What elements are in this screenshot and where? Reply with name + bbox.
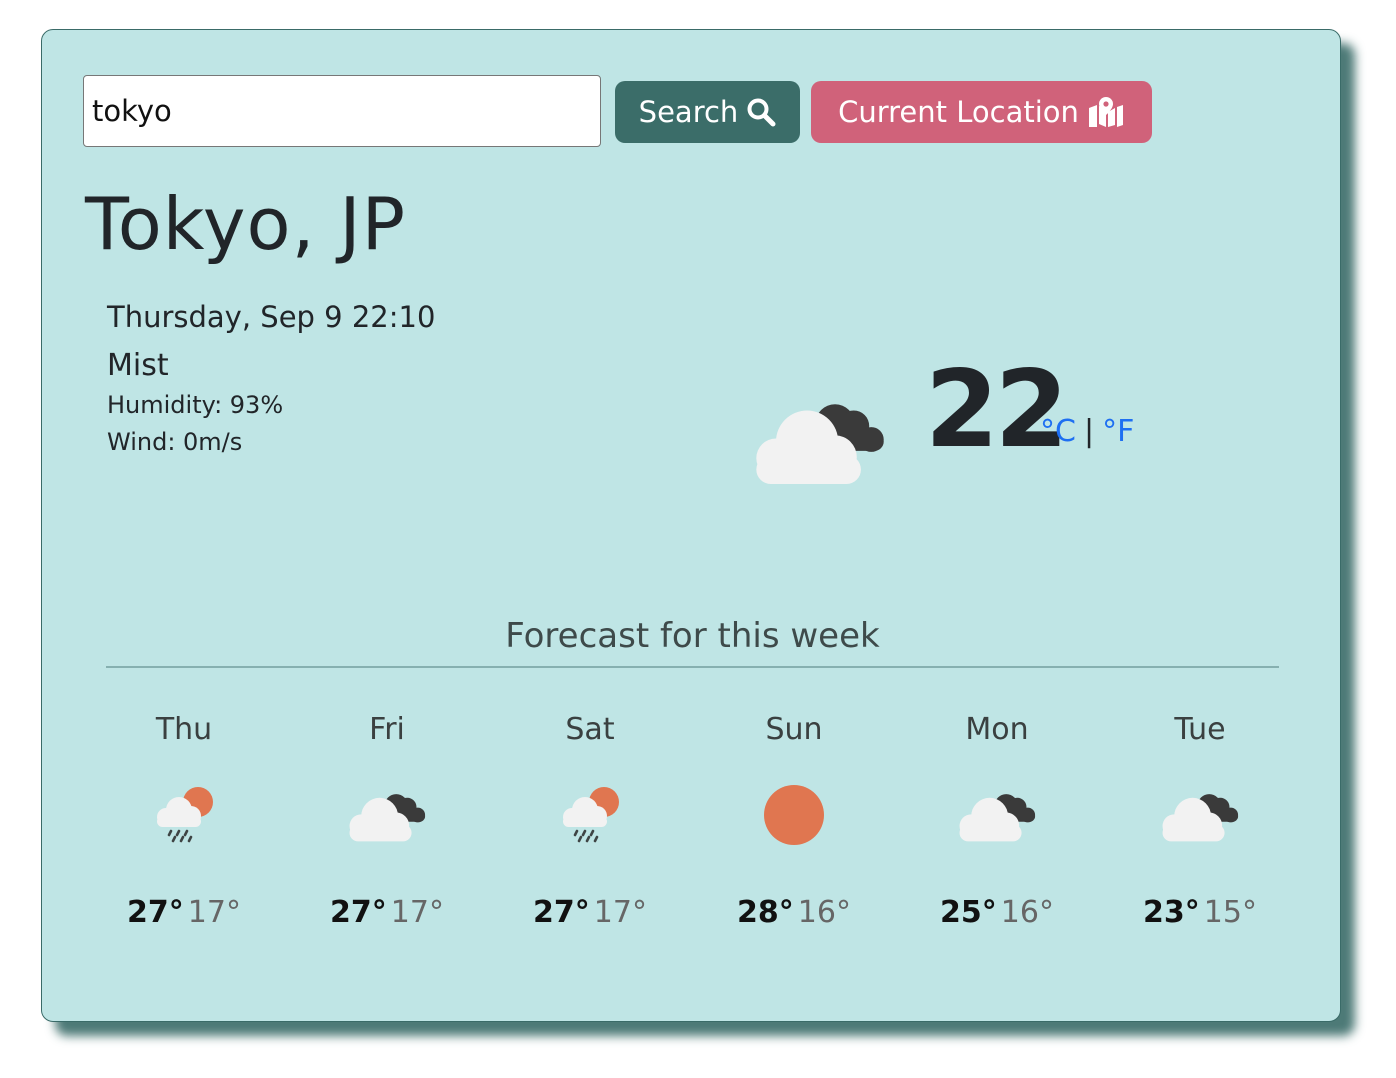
city-name: Tokyo, JP [85,182,407,266]
forecast-min: 16° [1000,895,1054,930]
forecast-row: Thu 27°17° Fri 27°17° Sat 27°17° Sun [42,710,1342,970]
humidity-text: Humidity: 93% [107,391,284,419]
forecast-day: Sat 27° 17° [490,710,690,930]
forecast-day: Thu 27° 17° [84,710,284,930]
forecast-day: Mon 25° 16° [897,710,1097,930]
search-button[interactable]: Search [615,81,800,143]
forecast-min: 16° [797,895,851,930]
divider [106,666,1279,668]
sun-rain-icon [84,765,284,865]
forecast-min: 17° [187,895,241,930]
forecast-max: 23° [1143,895,1200,930]
map-marker-icon [1087,96,1125,128]
forecast-min: 17° [593,895,647,930]
forecast-min: 17° [390,895,444,930]
cloudy-icon [287,765,487,865]
forecast-temps: 27° 17° [84,895,284,930]
forecast-max: 25° [940,895,997,930]
forecast-day-name: Thu [155,712,213,747]
forecast-day-name: Sat [565,712,615,747]
current-details: Thursday, Sep 9 22:10 Mist Humidity: 93%… [107,298,435,461]
forecast-temps: 25° 16° [897,895,1097,930]
forecast-temps: 23° 15° [1100,895,1300,930]
current-location-button[interactable]: Current Location [811,81,1152,143]
unit-separator: | [1083,414,1095,449]
cloudy-icon [897,765,1097,865]
unit-toggle: °C | °F [1040,414,1134,449]
search-input[interactable] [83,75,601,147]
forecast-temps: 28° 16° [694,895,894,930]
forecast-day-name: Mon [965,712,1029,747]
forecast-temps: 27° 17° [490,895,690,930]
cloudy-icon [747,392,892,491]
celsius-link[interactable]: °C [1040,414,1076,449]
forecast-max: 27° [330,895,387,930]
forecast-day-name: Tue [1174,712,1226,747]
forecast-day: Tue 23° 15° [1100,710,1300,930]
forecast-max: 27° [127,895,184,930]
current-location-label: Current Location [838,95,1079,129]
forecast-day-name: Fri [369,712,405,747]
forecast-day: Fri 27° 17° [287,710,487,930]
forecast-temps: 27° 17° [287,895,487,930]
sun-rain-icon [490,765,690,865]
search-icon [746,97,776,127]
sun-icon [694,765,894,865]
forecast-day: Sun 28° 16° [694,710,894,930]
search-button-label: Search [638,95,739,129]
current-temperature: 22 [925,348,1069,471]
wind-text: Wind: 0m/s [107,428,243,456]
forecast-max: 28° [737,895,794,930]
cloudy-icon [1100,765,1300,865]
forecast-min: 15° [1203,895,1257,930]
forecast-day-name: Sun [765,712,823,747]
current-date: Thursday, Sep 9 22:10 [107,300,436,334]
weather-card: Search Current Location Tokyo, JP Thursd… [41,29,1341,1022]
weather-description: Mist [107,348,169,383]
fahrenheit-link[interactable]: °F [1102,414,1134,449]
forecast-max: 27° [533,895,590,930]
forecast-title: Forecast for this week [505,616,880,656]
